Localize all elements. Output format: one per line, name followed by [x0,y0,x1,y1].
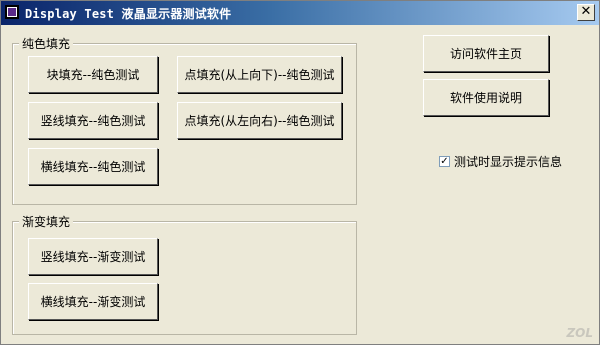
vertical-line-solid-test-button[interactable]: 竖线填充--纯色测试 [28,102,158,139]
horizontal-line-gradient-test-button[interactable]: 横线填充--渐变测试 [28,283,158,320]
app-icon [5,5,19,19]
main-window: Display Test 液晶显示器测试软件 ✕ 纯色填充 块填充--纯色测试 … [0,0,600,345]
gradient-fill-group-label: 渐变填充 [19,213,74,230]
title-bar[interactable]: Display Test 液晶显示器测试软件 ✕ [1,1,599,25]
horizontal-line-solid-test-button[interactable]: 横线填充--纯色测试 [28,148,158,185]
vertical-line-gradient-test-button[interactable]: 竖线填充--渐变测试 [28,238,158,275]
solid-fill-group-label: 纯色填充 [19,35,74,52]
block-fill-solid-test-button[interactable]: 块填充--纯色测试 [28,56,158,93]
usage-help-button[interactable]: 软件使用说明 [423,79,549,116]
show-info-option[interactable]: ✓ 测试时显示提示信息 [439,153,562,170]
dot-fill-left-right-solid-test-button[interactable]: 点填充(从左向右)--纯色测试 [177,102,342,139]
window-title: Display Test 液晶显示器测试软件 [25,7,232,21]
visit-homepage-button[interactable]: 访问软件主页 [423,35,549,72]
watermark-logo: ZOL [566,326,593,340]
show-info-checkbox-label: 测试时显示提示信息 [454,155,563,169]
close-button[interactable]: ✕ [577,4,595,21]
show-info-checkbox[interactable]: ✓ [439,156,450,167]
dot-fill-top-down-solid-test-button[interactable]: 点填充(从上向下)--纯色测试 [177,56,342,93]
